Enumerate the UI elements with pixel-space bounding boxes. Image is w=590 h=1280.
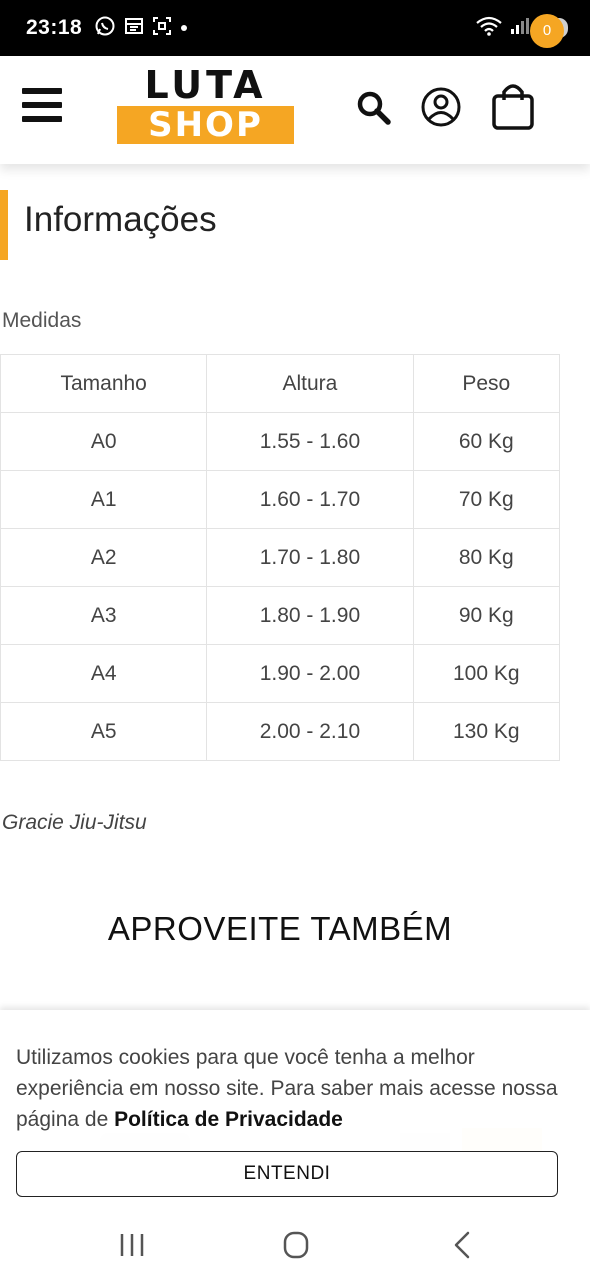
- screenshot-icon: [152, 16, 172, 41]
- table-cell: A5: [0, 702, 208, 761]
- luta-shop-logo[interactable]: LUTA SHOP: [117, 66, 294, 144]
- related-products-title: APROVEITE TAMBÉM: [107, 910, 453, 947]
- table-row: A5 2.00 - 2.10 130 Kg: [0, 702, 561, 761]
- table-row: A3 1.80 - 1.90 90 Kg: [0, 586, 561, 645]
- menu-icon[interactable]: [22, 88, 62, 124]
- table-cell: 100 Kg: [412, 644, 561, 703]
- table-cell: 60 Kg: [412, 412, 561, 471]
- table-header: Tamanho: [0, 354, 208, 413]
- site-header: LUTA SHOP: [0, 56, 590, 164]
- status-time: 23:18: [26, 16, 83, 39]
- table-cell: 1.70 - 1.80: [206, 528, 414, 587]
- table-cell: 1.80 - 1.90: [206, 586, 414, 645]
- table-row: A0 1.55 - 1.60 60 Kg: [0, 412, 561, 471]
- whatsapp-icon: [94, 15, 116, 42]
- table-row: A2 1.70 - 1.80 80 Kg: [0, 528, 561, 587]
- section-accent-bar: [0, 190, 8, 260]
- signal-icon: [510, 17, 530, 40]
- privacy-policy-link[interactable]: Política de Privacidade: [114, 1108, 343, 1131]
- table-cell: 90 Kg: [412, 586, 561, 645]
- brand-note: Gracie Jiu-Jitsu: [2, 811, 147, 834]
- table-cell: 2.00 - 2.10: [206, 702, 414, 761]
- logo-text-bottom: SHOP: [117, 106, 294, 144]
- table-cell: A3: [0, 586, 208, 645]
- cart-icon[interactable]: [490, 80, 540, 132]
- logo-text-top: LUTA: [144, 63, 267, 107]
- table-cell: 1.55 - 1.60: [206, 412, 414, 471]
- accept-cookies-button[interactable]: ENTENDI: [16, 1151, 558, 1197]
- account-icon[interactable]: [420, 86, 462, 128]
- size-table: Tamanho Altura Peso A0 1.55 - 1.60 60 Kg…: [0, 354, 561, 761]
- back-icon[interactable]: [442, 1228, 482, 1262]
- recent-apps-icon[interactable]: [112, 1228, 152, 1262]
- table-cell: 1.90 - 2.00: [206, 644, 414, 703]
- cookie-message: Utilizamos cookies para que você tenha a…: [16, 1042, 576, 1135]
- table-row: A4 1.90 - 2.00 100 Kg: [0, 644, 561, 703]
- search-icon[interactable]: [355, 89, 393, 127]
- home-icon[interactable]: [276, 1228, 316, 1262]
- wifi-icon: [475, 16, 502, 41]
- table-cell: A2: [0, 528, 208, 587]
- measurements-label: Medidas: [2, 309, 82, 332]
- table-cell: 70 Kg: [412, 470, 561, 529]
- status-notification-icons: [94, 15, 188, 42]
- table-header: Peso: [412, 354, 561, 413]
- table-header: Altura: [206, 354, 414, 413]
- cart-count-badge: 0: [530, 14, 564, 48]
- section-title: Informações: [24, 200, 217, 239]
- table-cell: A0: [0, 412, 208, 471]
- table-cell: 130 Kg: [412, 702, 561, 761]
- system-nav-bar: [0, 1212, 590, 1280]
- table-cell: 80 Kg: [412, 528, 561, 587]
- status-bar: 23:18 23: [0, 0, 590, 56]
- table-header-row: Tamanho Altura Peso: [0, 354, 561, 413]
- table-cell: A4: [0, 644, 208, 703]
- table-cell: 1.60 - 1.70: [206, 470, 414, 529]
- table-row: A1 1.60 - 1.70 70 Kg: [0, 470, 561, 529]
- calendar-icon: [124, 16, 144, 41]
- dot-icon: [180, 19, 188, 37]
- table-cell: A1: [0, 470, 208, 529]
